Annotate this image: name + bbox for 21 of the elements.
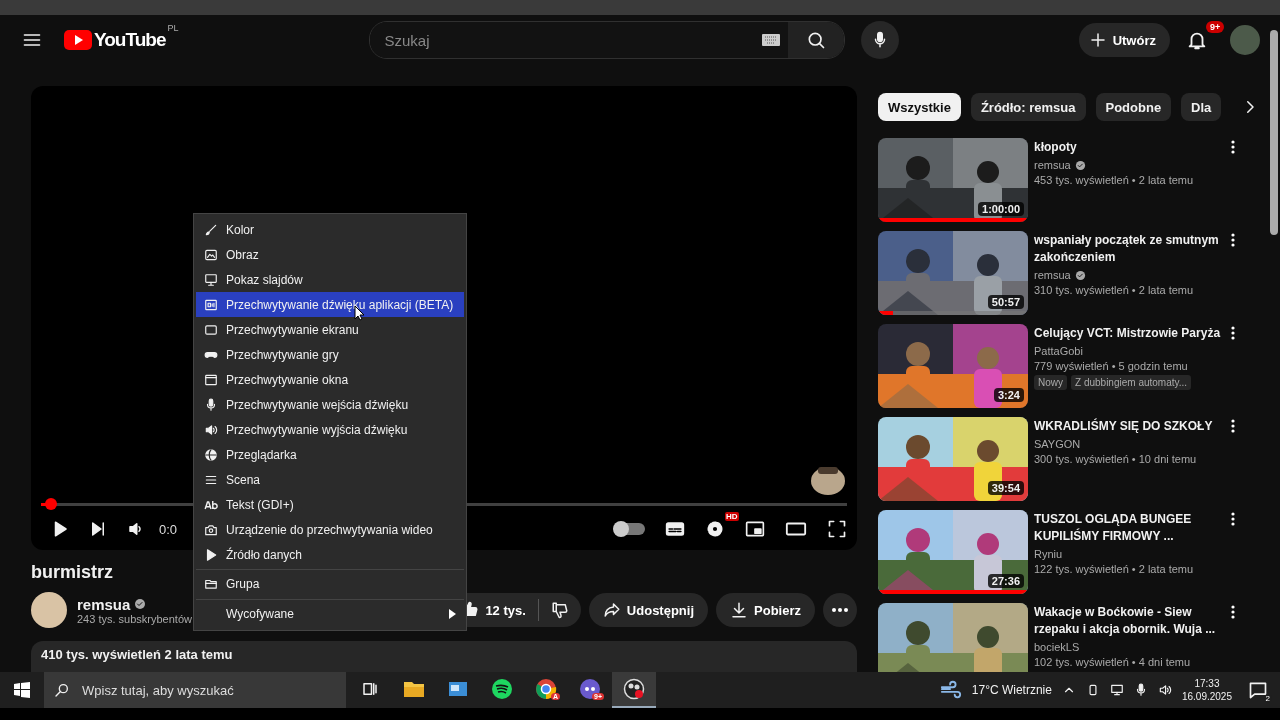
video-stats: 102 tys. wyświetleń • 4 dni temu: [1034, 656, 1192, 668]
video-stats: 453 tys. wyświetleń • 2 lata temu: [1034, 174, 1195, 186]
video-stats: 779 wyświetleń • 5 godzin temu: [1034, 360, 1189, 372]
video-stats: 310 tys. wyświetleń • 2 lata temu: [1034, 284, 1195, 296]
video-tag: Z dubbingiem automaty...: [1071, 375, 1192, 390]
video-stats: 122 tys. wyświetleń • 2 lata temu: [1034, 563, 1195, 575]
video-tag: Nowy: [1034, 375, 1067, 390]
view-stats: 410 tys. wyświetleń 2 lata temu: [41, 647, 233, 662]
duration-label: 50:57: [987, 295, 1024, 309]
notification-count: 9+: [1206, 21, 1225, 33]
duration-label: 3:24: [993, 388, 1024, 402]
duration-label: 39:54: [987, 481, 1024, 495]
video-stats: 300 tys. wyświetleń • 10 dni temu: [1034, 453, 1198, 465]
video-title: burmistrz: [31, 562, 113, 583]
hd-badge: HD: [725, 512, 739, 521]
region-code: PL: [167, 23, 179, 33]
subscriber-count: 243 tys. subskrybentów: [77, 612, 192, 625]
duration-label: 27:36: [987, 574, 1024, 588]
time-display: 0:0: [159, 521, 178, 537]
logo-text: YouTube: [94, 29, 166, 51]
duration-label: 1:00:00: [978, 202, 1024, 216]
